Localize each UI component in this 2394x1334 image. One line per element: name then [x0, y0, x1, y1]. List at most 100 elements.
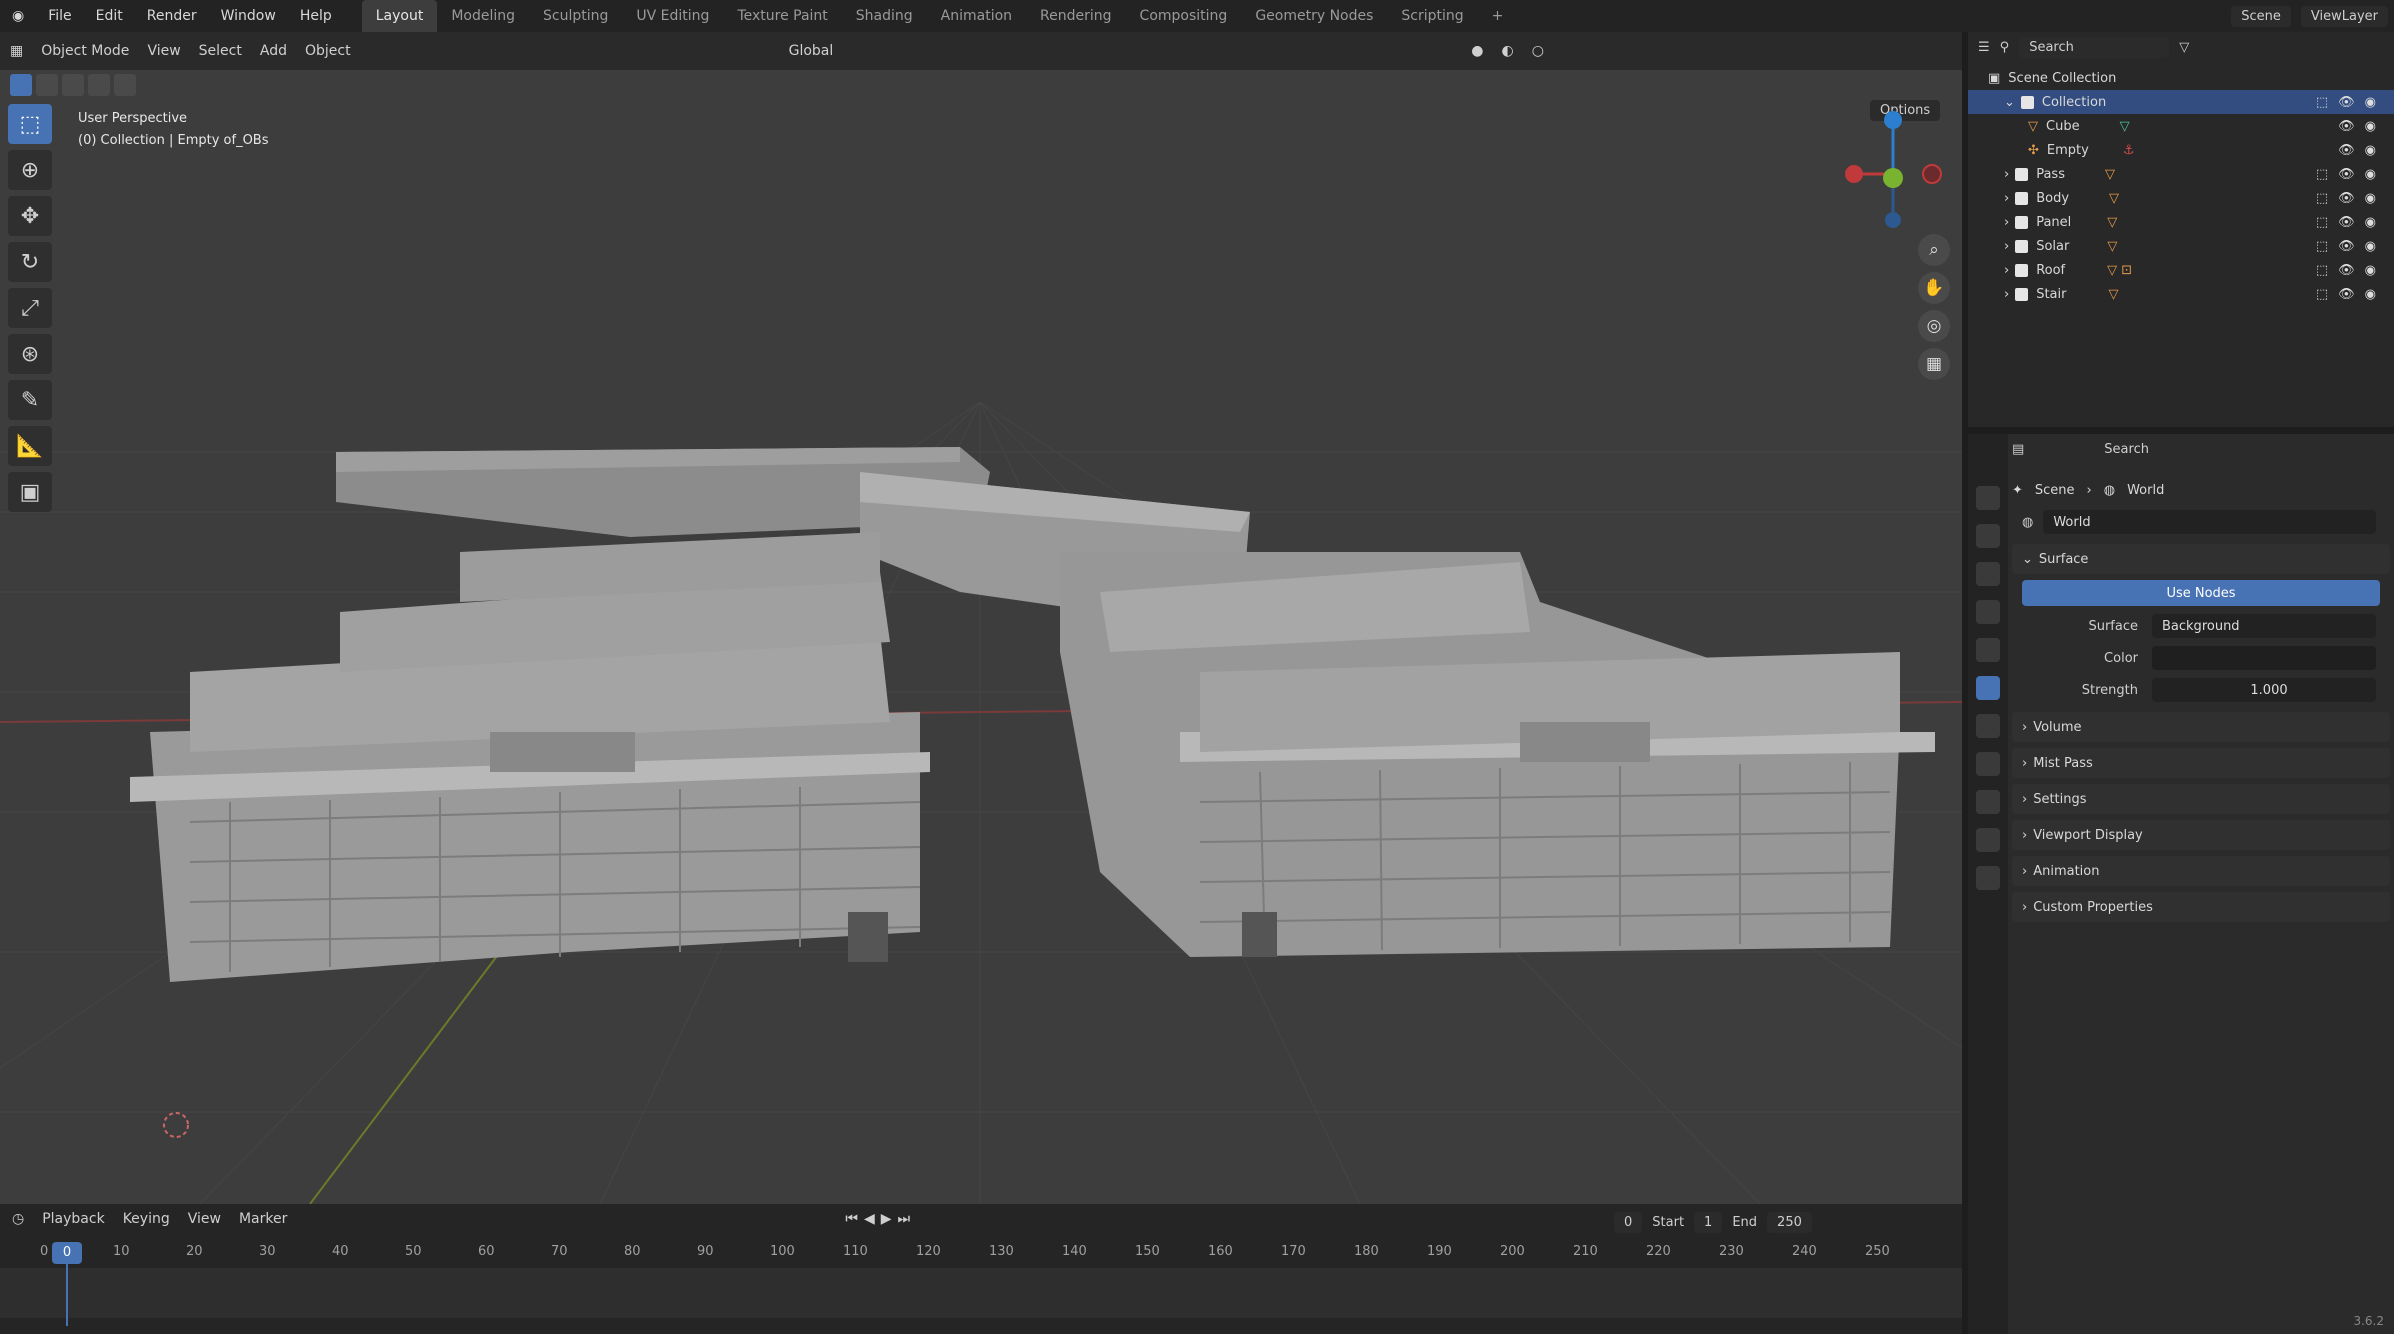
- rotate-tool-icon[interactable]: ↻: [8, 242, 52, 282]
- select-toggle-icon[interactable]: ⬚: [2316, 167, 2328, 182]
- tab-texture-paint[interactable]: Texture Paint: [723, 0, 841, 32]
- measure-tool-icon[interactable]: 📐: [8, 426, 52, 466]
- menu-file[interactable]: File: [36, 0, 83, 32]
- gizmo-x-icon[interactable]: [1845, 165, 1863, 183]
- viewport-display-panel-header[interactable]: › Viewport Display: [2012, 820, 2390, 850]
- 3d-viewport[interactable]: ▦ Object Mode View Select Add Object Glo…: [0, 32, 1962, 1204]
- timeline-editor-type-icon[interactable]: ◷: [12, 1211, 24, 1227]
- exclude-checkbox[interactable]: [2015, 191, 2029, 205]
- view-layer-field[interactable]: ViewLayer: [2300, 5, 2388, 27]
- world-icon[interactable]: ◍: [2022, 515, 2033, 530]
- timeline-editor[interactable]: ◷ Playback Keying View Marker ⏮◀▶⏭ 0 Sta…: [0, 1204, 1962, 1334]
- render-tab-icon[interactable]: [1976, 524, 2000, 548]
- exclude-checkbox[interactable]: [2015, 239, 2029, 253]
- outliner[interactable]: ☰ ⚲ Search ▽ ▣ Scene Collection ⌄ Collec…: [1968, 32, 2394, 427]
- camera-icon[interactable]: ◉: [2365, 119, 2376, 134]
- tool-tab-icon[interactable]: [1976, 486, 2000, 510]
- eye-icon[interactable]: 👁: [2338, 95, 2355, 110]
- eye-icon[interactable]: 👁: [2338, 191, 2355, 206]
- settings-panel-header[interactable]: › Settings: [2012, 784, 2390, 814]
- object-tab-icon[interactable]: [1976, 752, 2000, 776]
- shading-solid-icon[interactable]: ●: [1471, 43, 1483, 59]
- start-frame-field[interactable]: 1: [1694, 1212, 1723, 1233]
- current-frame-field[interactable]: 0: [1614, 1212, 1643, 1233]
- animation-panel-header[interactable]: › Animation: [2012, 856, 2390, 886]
- menu-keying[interactable]: Keying: [123, 1211, 170, 1227]
- playback-controls-icon[interactable]: ⏮◀▶⏭: [845, 1211, 916, 1227]
- custom-properties-panel-header[interactable]: › Custom Properties: [2012, 892, 2390, 922]
- modifier-tab-icon[interactable]: [1976, 790, 2000, 814]
- surface-shader-field[interactable]: Background: [2152, 614, 2376, 638]
- annotate-tool-icon[interactable]: ✎: [8, 380, 52, 420]
- exclude-checkbox[interactable]: [2015, 263, 2029, 277]
- end-frame-field[interactable]: 250: [1767, 1212, 1812, 1233]
- eye-icon[interactable]: 👁: [2338, 143, 2355, 158]
- frame-ruler[interactable]: 0 10 20 30 40 50 60 70 80 90 100 110 120…: [40, 1244, 1960, 1266]
- gizmo-neg-z-icon[interactable]: [1885, 212, 1901, 228]
- scale-tool-icon[interactable]: ⤢: [8, 288, 52, 328]
- exclude-checkbox[interactable]: [2015, 215, 2029, 229]
- eye-icon[interactable]: 👁: [2338, 215, 2355, 230]
- outliner-row-scene-collection[interactable]: ▣ Scene Collection: [1968, 66, 2394, 90]
- zoom-icon[interactable]: ⌕: [1918, 234, 1950, 266]
- add-workspace-icon[interactable]: +: [1478, 0, 1518, 32]
- exclude-checkbox[interactable]: [2015, 287, 2029, 301]
- camera-view-icon[interactable]: ◎: [1918, 310, 1950, 342]
- tab-sculpting[interactable]: Sculpting: [529, 0, 622, 32]
- physics-tab-icon[interactable]: [1976, 828, 2000, 852]
- camera-icon[interactable]: ◉: [2365, 191, 2376, 206]
- select-box-tool-icon[interactable]: ⬚: [8, 104, 52, 144]
- playhead[interactable]: 0: [52, 1242, 82, 1264]
- menu-help[interactable]: Help: [288, 0, 344, 32]
- expand-chevron-icon[interactable]: ›: [2004, 215, 2009, 230]
- pan-hand-icon[interactable]: ✋: [1918, 272, 1950, 304]
- outliner-row-roof[interactable]: › Roof ▽ ⊡ ⬚ 👁 ◉: [1968, 258, 2394, 282]
- outliner-row-body[interactable]: › Body ▽ ⬚ 👁 ◉: [1968, 186, 2394, 210]
- shading-rendered-icon[interactable]: ○: [1532, 43, 1544, 59]
- add-cube-tool-icon[interactable]: ▣: [8, 472, 52, 512]
- cursor-tool-icon[interactable]: ⊕: [8, 150, 52, 190]
- gizmo-neg-x-icon[interactable]: [1922, 164, 1942, 184]
- editor-type-icon[interactable]: ▦: [10, 43, 23, 59]
- tab-scripting[interactable]: Scripting: [1387, 0, 1477, 32]
- transform-tool-icon[interactable]: ⊛: [8, 334, 52, 374]
- outliner-row-solar[interactable]: › Solar ▽ ⬚ 👁 ◉: [1968, 234, 2394, 258]
- outliner-row-empty[interactable]: ✣ Empty ⚓ 👁 ◉: [1968, 138, 2394, 162]
- strength-field[interactable]: 1.000: [2152, 678, 2376, 702]
- menu-timeline-view[interactable]: View: [188, 1211, 221, 1227]
- outliner-editor-type-icon[interactable]: ☰: [1978, 40, 1990, 55]
- outliner-row-cube[interactable]: ▽ Cube ▽ 👁 ◉: [1968, 114, 2394, 138]
- select-toggle-icon[interactable]: ⬚: [2316, 95, 2328, 110]
- menu-window[interactable]: Window: [209, 0, 288, 32]
- select-toggle-icon[interactable]: ⬚: [2316, 239, 2328, 254]
- properties-search-input[interactable]: Search: [2094, 438, 2235, 460]
- object-mode-dropdown[interactable]: Object Mode: [41, 43, 129, 59]
- expand-chevron-icon[interactable]: ›: [2004, 287, 2009, 302]
- scene-tab-icon[interactable]: [1976, 638, 2000, 662]
- camera-icon[interactable]: ◉: [2365, 263, 2376, 278]
- volume-panel-header[interactable]: › Volume: [2012, 712, 2390, 742]
- outliner-row-stair[interactable]: › Stair ▽ ⬚ 👁 ◉: [1968, 282, 2394, 306]
- eye-icon[interactable]: 👁: [2338, 119, 2355, 134]
- tab-compositing[interactable]: Compositing: [1126, 0, 1242, 32]
- select-toggle-icon[interactable]: ⬚: [2316, 263, 2328, 278]
- tab-animation[interactable]: Animation: [927, 0, 1026, 32]
- camera-icon[interactable]: ◉: [2365, 239, 2376, 254]
- menu-edit[interactable]: Edit: [84, 0, 135, 32]
- select-toggle-icon[interactable]: ⬚: [2316, 215, 2328, 230]
- select-subtract-icon[interactable]: [62, 74, 84, 96]
- tab-rendering[interactable]: Rendering: [1026, 0, 1126, 32]
- menu-object[interactable]: Object: [305, 43, 351, 59]
- mist-pass-panel-header[interactable]: › Mist Pass: [2012, 748, 2390, 778]
- camera-icon[interactable]: ◉: [2365, 167, 2376, 182]
- menu-add[interactable]: Add: [260, 43, 287, 59]
- eye-icon[interactable]: 👁: [2338, 239, 2355, 254]
- exclude-checkbox[interactable]: [2020, 95, 2034, 109]
- outliner-search-input[interactable]: Search: [2019, 36, 2170, 58]
- tab-uv-editing[interactable]: UV Editing: [622, 0, 723, 32]
- expand-chevron-icon[interactable]: ›: [2004, 239, 2009, 254]
- menu-render[interactable]: Render: [135, 0, 209, 32]
- scene-field[interactable]: Scene: [2231, 5, 2291, 27]
- transform-orientation-dropdown[interactable]: Global: [789, 43, 834, 59]
- menu-marker[interactable]: Marker: [239, 1211, 287, 1227]
